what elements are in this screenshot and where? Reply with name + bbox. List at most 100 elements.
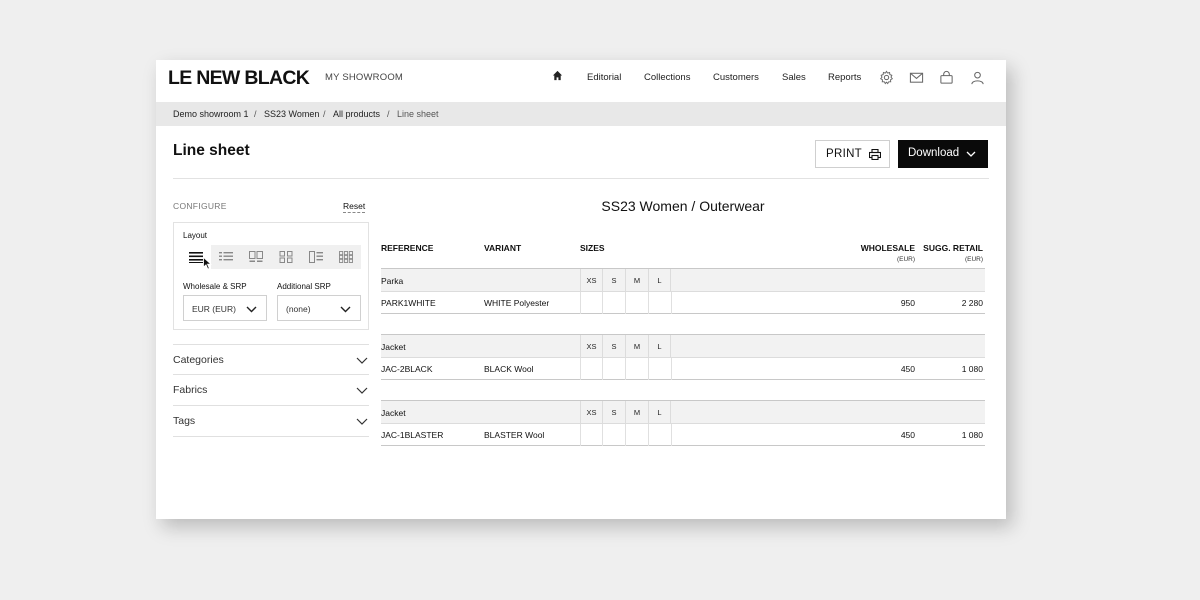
size-header-cell: L	[648, 269, 671, 293]
layout-option-grid[interactable]	[271, 245, 301, 269]
layout-selector	[181, 245, 361, 270]
brand-logo[interactable]: LE NEW BLACK	[168, 67, 310, 90]
breadcrumb-collection[interactable]: SS23 Women	[264, 109, 319, 119]
reset-button[interactable]: Reset	[343, 201, 366, 213]
product-group-header: Jacket XS S M L	[381, 400, 985, 425]
retail-price-cell: 2 280	[961, 298, 983, 308]
page-title: Line sheet	[173, 142, 250, 159]
size-header-cell: XS	[580, 401, 602, 425]
size-quantity-divider	[671, 358, 672, 380]
size-header-cell: L	[648, 335, 671, 359]
size-quantity-divider	[648, 424, 649, 446]
two-column-layout-icon	[249, 251, 263, 262]
column-header-sizes: SIZES	[580, 243, 605, 253]
layout-option-side-image[interactable]	[301, 245, 331, 269]
home-icon[interactable]	[552, 70, 563, 81]
breadcrumb-showroom[interactable]: Demo showroom 1	[173, 109, 249, 119]
size-quantity-divider	[648, 292, 649, 314]
variant-cell: BLACK Wool	[484, 364, 534, 374]
nav-sales[interactable]: Sales	[782, 72, 806, 83]
user-icon[interactable]	[970, 70, 985, 85]
additional-srp-label: Additional SRP	[277, 282, 331, 291]
size-quantity-divider	[602, 358, 603, 380]
size-quantity-divider	[671, 424, 672, 446]
filter-categories[interactable]: Categories	[173, 344, 369, 375]
breadcrumb-separator: /	[387, 109, 390, 119]
size-quantity-divider	[625, 292, 626, 314]
nav-reports[interactable]: Reports	[828, 72, 861, 83]
table-row[interactable]: JAC-2BLACK BLACK Wool 450 1 080	[381, 358, 985, 380]
bag-icon[interactable]	[939, 70, 954, 85]
download-button-label: Download	[908, 147, 960, 159]
nav-customers[interactable]: Customers	[713, 72, 759, 83]
size-header-cell: S	[602, 335, 625, 359]
nav-editorial[interactable]: Editorial	[587, 72, 621, 83]
wholesale-price-cell: 950	[900, 298, 915, 308]
reference-cell: JAC-1BLASTER	[381, 430, 444, 440]
additional-srp-value: (none)	[286, 304, 311, 314]
size-header-cell: S	[602, 401, 625, 425]
app-window: LE NEW BLACK MY SHOWROOM Editorial Colle…	[156, 60, 1006, 519]
layout-label: Layout	[183, 231, 208, 240]
showroom-label[interactable]: MY SHOWROOM	[325, 72, 403, 83]
mail-icon[interactable]	[909, 70, 924, 85]
grid-layout-icon	[279, 251, 293, 263]
layout-option-two-column[interactable]	[241, 245, 271, 269]
column-header-wholesale-unit: (EUR)	[896, 256, 915, 263]
wholesale-price-cell: 450	[900, 430, 915, 440]
retail-price-cell: 1 080	[961, 364, 983, 374]
breadcrumb-separator: /	[323, 109, 326, 119]
size-quantity-divider	[580, 358, 581, 380]
gear-icon[interactable]	[879, 70, 894, 85]
print-button[interactable]: PRINT	[815, 140, 890, 168]
layout-option-dense-grid[interactable]	[331, 245, 361, 269]
size-quantity-divider	[648, 358, 649, 380]
filter-fabrics-label: Fabrics	[173, 384, 208, 396]
variant-cell: BLASTER Wool	[484, 430, 545, 440]
column-header-reference: REFERENCE	[381, 243, 434, 253]
filter-fabrics[interactable]: Fabrics	[173, 375, 369, 406]
category-label: Jacket	[381, 342, 406, 352]
size-header-cell: M	[625, 401, 648, 425]
column-header-wholesale: WHOLESALE	[860, 243, 915, 253]
wholesale-srp-select[interactable]: EUR (EUR)	[183, 295, 267, 321]
variant-cell: WHITE Polyester	[484, 298, 550, 308]
size-quantity-divider	[671, 292, 672, 314]
detail-list-layout-icon	[219, 252, 233, 261]
filter-tags-label: Tags	[173, 415, 196, 427]
filter-categories-label: Categories	[173, 354, 224, 366]
chevron-down-icon	[340, 306, 351, 313]
breadcrumb-current: Line sheet	[397, 109, 439, 119]
mouse-cursor-icon	[203, 257, 212, 270]
chevron-down-icon	[356, 418, 368, 425]
configure-title: CONFIGURE	[173, 201, 227, 211]
size-header-cell: XS	[580, 335, 602, 359]
dense-grid-layout-icon	[339, 251, 353, 263]
size-quantity-divider	[625, 358, 626, 380]
size-header-cell: M	[625, 335, 648, 359]
chevron-down-icon	[966, 151, 976, 157]
size-quantity-divider	[580, 292, 581, 314]
size-header-cell: S	[602, 269, 625, 293]
size-quantity-divider	[602, 292, 603, 314]
printer-icon	[869, 149, 881, 160]
additional-srp-select[interactable]: (none)	[277, 295, 361, 321]
column-header-retail: SUGG. RETAIL	[923, 243, 983, 253]
layout-option-detail-list[interactable]	[211, 245, 241, 269]
filter-tags[interactable]: Tags	[173, 406, 369, 437]
configure-panel: Layout Wholesale & SRP EUR (EUR) Additio…	[173, 222, 369, 330]
column-header-variant: VARIANT	[484, 243, 522, 253]
size-quantity-divider	[602, 424, 603, 446]
table-row[interactable]: PARK1WHITE WHITE Polyester 950 2 280	[381, 292, 985, 314]
size-quantity-divider	[580, 424, 581, 446]
size-header-cell: L	[648, 401, 671, 425]
divider	[173, 178, 989, 179]
download-button[interactable]: Download	[898, 140, 988, 168]
breadcrumb-products[interactable]: All products	[333, 109, 380, 119]
print-button-label: PRINT	[826, 148, 862, 160]
table-row[interactable]: JAC-1BLASTER BLASTER Wool 450 1 080	[381, 424, 985, 446]
size-header-cell: XS	[580, 269, 602, 293]
reference-cell: JAC-2BLACK	[381, 364, 433, 374]
nav-collections[interactable]: Collections	[644, 72, 690, 83]
retail-price-cell: 1 080	[961, 430, 983, 440]
